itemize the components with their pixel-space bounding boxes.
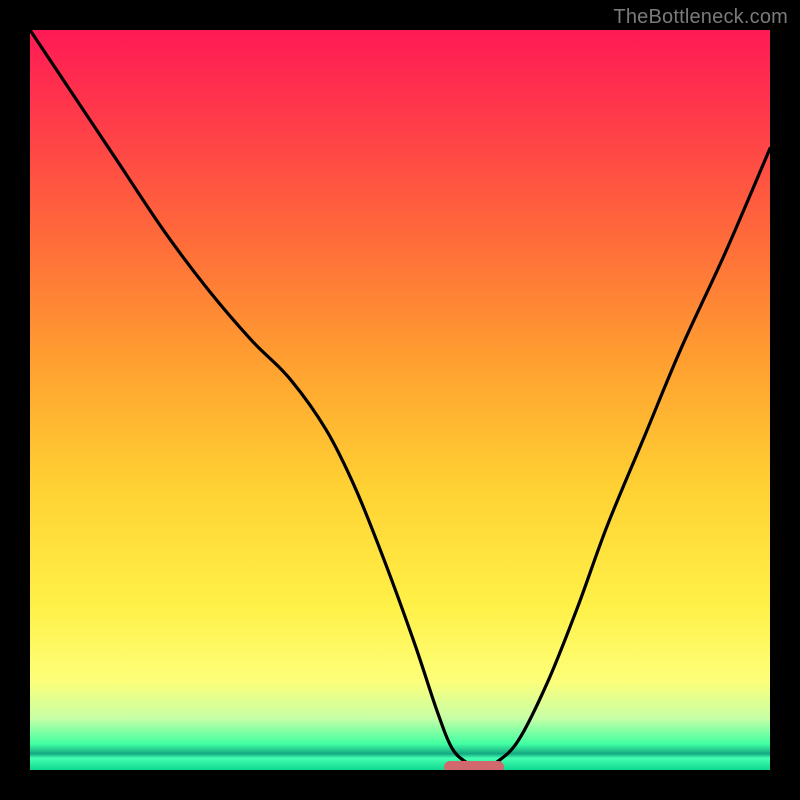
optimal-range-marker [444, 761, 503, 770]
chart-frame: TheBottleneck.com [0, 0, 800, 800]
plot-area [30, 30, 770, 770]
curve-layer [30, 30, 770, 770]
bottleneck-curve [30, 30, 770, 770]
watermark-text: TheBottleneck.com [613, 6, 788, 29]
